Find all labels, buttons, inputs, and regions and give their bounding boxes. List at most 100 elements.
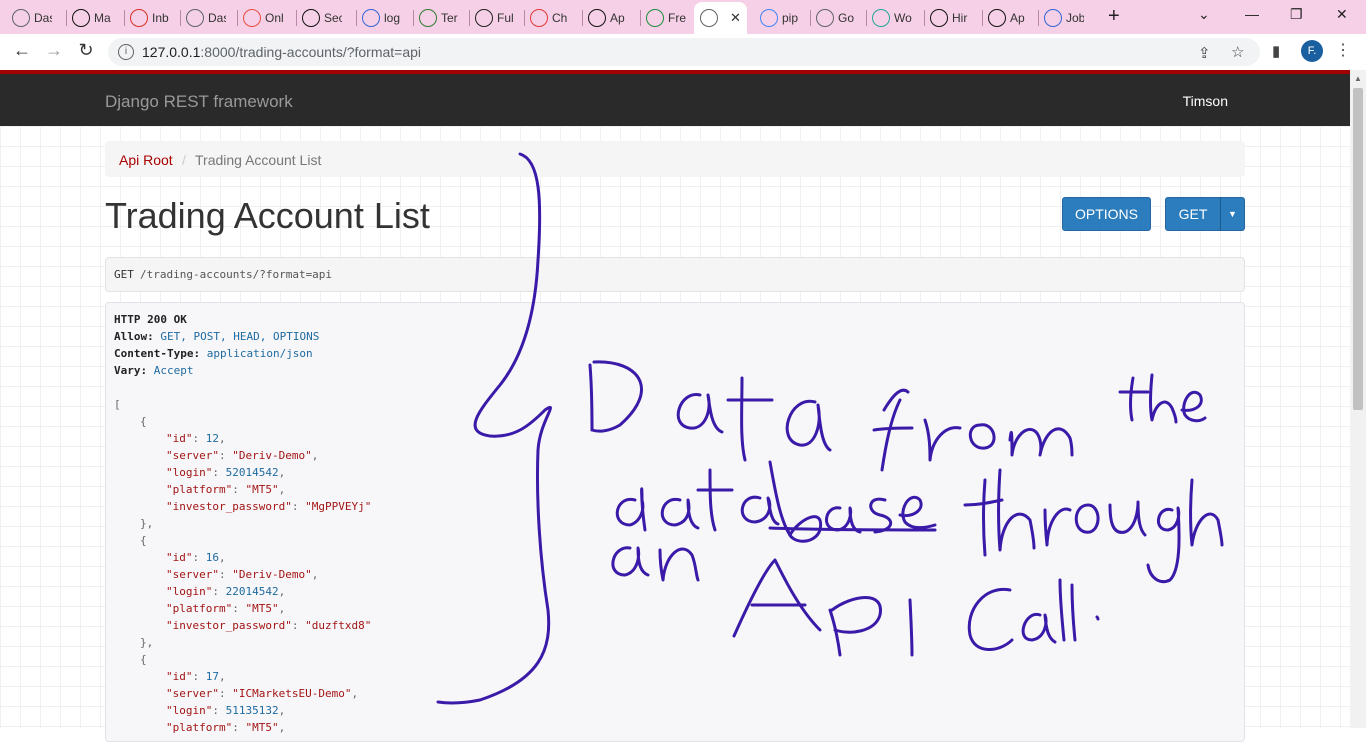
token: { <box>140 415 147 428</box>
d-app-icon <box>243 9 261 27</box>
token: , <box>278 466 286 479</box>
page-title: Trading Account List <box>105 195 430 236</box>
chat-app-icon <box>646 9 664 27</box>
json-value: "MT5" <box>245 483 279 496</box>
token: , <box>219 670 226 683</box>
response-header-line: Content-Type: application/json <box>114 347 313 360</box>
page-scrollbar[interactable]: ▲ <box>1350 70 1366 728</box>
json-key: "login" <box>166 466 213 479</box>
browser-tab[interactable]: Hir <box>930 4 970 32</box>
response-header-line: Vary: Accept <box>114 364 194 377</box>
chart-app-icon <box>302 9 320 27</box>
browser-tab[interactable]: log <box>362 4 402 32</box>
close-window-button[interactable]: ✕ <box>1336 6 1348 23</box>
token: , <box>311 568 319 581</box>
browser-tab[interactable]: Ful <box>475 4 515 32</box>
forward-icon[interactable]: → <box>42 40 66 61</box>
json-key: "platform" <box>166 602 233 615</box>
minimize-button[interactable]: — <box>1245 6 1259 22</box>
json-value: 12 <box>205 432 219 445</box>
json-line: "server": "Deriv-Demo", <box>166 449 318 462</box>
close-tab-icon[interactable]: ✕ <box>730 10 741 26</box>
json-key: "login" <box>166 585 213 598</box>
browser-tab[interactable]: Ap <box>988 4 1028 32</box>
header-value: application/json <box>206 347 313 360</box>
response-status: HTTP 200 OK <box>114 313 187 326</box>
tab-separator <box>296 10 297 26</box>
json-key: "investor_password" <box>166 500 292 513</box>
json-value: 16 <box>205 551 219 564</box>
get-format-dropdown-button[interactable]: ▼ <box>1220 197 1245 231</box>
breadcrumb-current: Trading Account List <box>195 152 322 168</box>
json-value: "duzftxd8" <box>305 619 372 632</box>
bookmark-star-icon[interactable]: ☆ <box>1231 43 1244 61</box>
token: : <box>192 432 206 445</box>
tab-title: Ap <box>1010 11 1025 25</box>
token: , <box>278 704 286 717</box>
globe-icon <box>186 9 204 27</box>
browser-tab[interactable]: Onl <box>243 4 283 32</box>
browser-tab[interactable]: Sec <box>302 4 342 32</box>
globe-icon <box>12 9 30 27</box>
browser-tab[interactable]: Das <box>12 4 52 32</box>
info-app-icon <box>1044 9 1062 27</box>
browser-tab[interactable]: Das <box>186 4 226 32</box>
get-button[interactable]: GET <box>1165 197 1221 231</box>
navbar-brand[interactable]: Django REST framework <box>105 92 293 112</box>
site-info-icon[interactable]: i <box>118 44 134 60</box>
new-tab-button[interactable]: + <box>1108 5 1120 28</box>
profile-avatar[interactable]: F. <box>1301 40 1323 62</box>
request-info: GET /trading-accounts/?format=api <box>105 257 1245 292</box>
tab-title: Das <box>34 11 52 25</box>
browser-tab[interactable]: Fre <box>646 4 686 32</box>
json-line: "server": "Deriv-Demo", <box>166 568 318 581</box>
address-bar[interactable]: i 127.0.0.1:8000/trading-accounts/?forma… <box>108 38 1260 66</box>
scrollbar-thumb[interactable] <box>1353 88 1363 410</box>
tab-title: Ter <box>441 11 458 25</box>
token: }, <box>140 636 154 649</box>
breadcrumb-api-root[interactable]: Api Root <box>119 152 173 168</box>
reload-icon[interactable]: ↻ <box>74 40 98 61</box>
hire-app-icon <box>930 9 948 27</box>
tab-separator <box>469 10 470 26</box>
user-menu[interactable]: Timson <box>1183 93 1228 109</box>
trading-app-icon <box>475 9 493 27</box>
google-icon <box>760 9 778 27</box>
token: , <box>278 585 286 598</box>
restore-button[interactable]: ❐ <box>1290 6 1303 23</box>
token: : <box>232 602 246 615</box>
back-icon[interactable]: ← <box>10 40 34 61</box>
browser-tab[interactable]: Wo <box>872 4 912 32</box>
browser-menu-icon[interactable]: ⋮ <box>1335 40 1351 60</box>
openai-icon <box>988 9 1006 27</box>
side-panel-icon[interactable]: ▮ <box>1272 42 1280 60</box>
token: : <box>218 568 233 581</box>
json-key: "server" <box>166 687 219 700</box>
token: : <box>212 704 226 717</box>
share-icon[interactable]: ⇪ <box>1198 44 1211 62</box>
browser-tab[interactable]: Go <box>816 4 856 32</box>
breadcrumb: Api Root / Trading Account List <box>105 141 1245 177</box>
json-value: "MgPPVEYj" <box>305 500 372 513</box>
browser-tab[interactable]: pip <box>760 4 800 32</box>
request-method: GET <box>114 268 134 281</box>
token: : <box>232 483 246 496</box>
options-button[interactable]: OPTIONS <box>1062 197 1151 231</box>
browser-tab[interactable]: Ap <box>588 4 628 32</box>
browser-tab[interactable]: Job <box>1044 4 1084 32</box>
browser-tab[interactable]: Ter <box>419 4 459 32</box>
tab-separator <box>356 10 357 26</box>
browser-tab[interactable]: Ma <box>72 4 112 32</box>
url-text: 127.0.0.1:8000/trading-accounts/?format=… <box>142 44 422 60</box>
tab-separator <box>524 10 525 26</box>
browser-tab[interactable]: ✕ <box>694 2 747 34</box>
browser-tab[interactable]: Ch <box>530 4 570 32</box>
gmail-icon <box>130 9 148 27</box>
tab-search-icon[interactable]: ⌄ <box>1198 6 1210 23</box>
tab-separator <box>982 10 983 26</box>
browser-tab[interactable]: Inb <box>130 4 170 32</box>
scroll-up-icon[interactable]: ▲ <box>1354 74 1362 83</box>
token: : <box>192 670 206 683</box>
json-line: "investor_password": "MgPPVEYj" <box>166 500 371 513</box>
token: , <box>278 602 286 615</box>
